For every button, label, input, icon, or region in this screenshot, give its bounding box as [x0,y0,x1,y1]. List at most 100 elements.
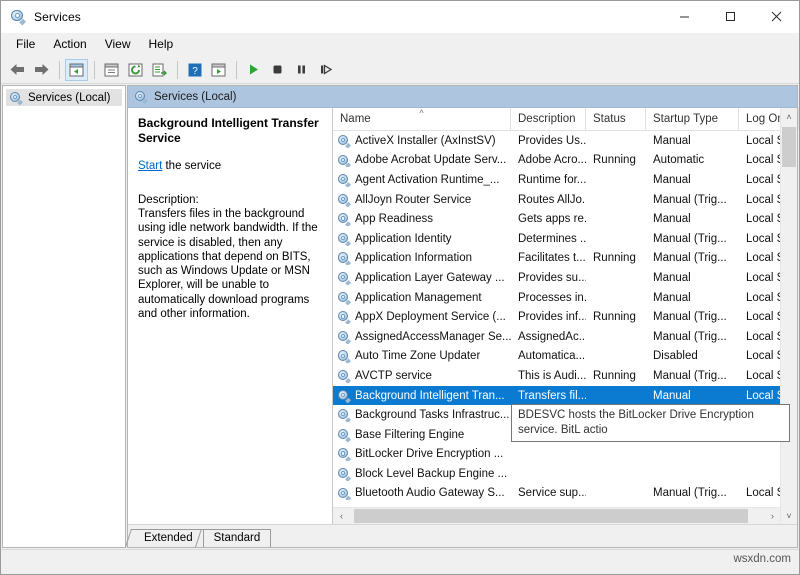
scroll-left-icon[interactable]: ‹ [333,508,350,524]
table-row[interactable]: Auto Time Zone UpdaterAutomatica...Disab… [333,347,797,367]
service-name-text: AssignedAccessManager Se... [355,331,511,343]
table-row[interactable]: AssignedAccessManager Se...AssignedAc...… [333,327,797,347]
cell-startup: Manual (Trig... [646,194,739,206]
services-gear-icon [9,91,23,105]
scroll-up-icon[interactable]: ˄ [781,108,797,125]
table-row[interactable]: AppX Deployment Service (...Provides inf… [333,307,797,327]
sidebar-item-label: Services (Local) [28,92,110,104]
services-gear-icon [337,486,351,500]
horizontal-scroll-thumb[interactable] [354,509,748,523]
table-row[interactable]: AVCTP serviceThis is Audi...RunningManua… [333,366,797,386]
vertical-scrollbar[interactable]: ˄ ˅ [780,108,797,524]
window-controls [661,1,799,32]
table-row[interactable]: Block Level Backup Engine ... [333,464,797,484]
cell-startup: Manual [646,272,739,284]
toolbar: ? [1,56,799,84]
table-row[interactable]: Bluetooth Audio Gateway S...Service sup.… [333,484,797,504]
column-header-name[interactable]: Name ^ [333,108,511,130]
start-service-icon[interactable] [242,59,265,81]
service-name-text: AVCTP service [355,370,432,382]
services-gear-icon [337,330,351,344]
table-row[interactable]: Application IdentityDetermines ...Manual… [333,229,797,249]
horizontal-scrollbar[interactable]: ‹ › [333,507,797,524]
cell-status: Running [586,311,646,323]
table-row[interactable]: Application InformationFacilitates t...R… [333,249,797,269]
cell-startup: Manual [646,390,739,402]
cell-startup: Manual (Trig... [646,311,739,323]
column-header-name-label: Name [340,113,371,125]
sort-ascending-icon: ^ [419,109,423,118]
help-icon[interactable]: ? [183,59,206,81]
menu-file[interactable]: File [7,35,44,54]
scroll-right-icon[interactable]: › [764,508,781,524]
cell-description: Runtime for... [511,174,586,186]
menu-action[interactable]: Action [44,35,95,54]
export-list-icon[interactable] [148,59,171,81]
properties-icon[interactable] [100,59,123,81]
scroll-down-icon[interactable]: ˅ [781,507,797,524]
cell-name: AllJoyn Router Service [333,193,511,207]
svg-text:?: ? [192,66,198,77]
table-row[interactable]: Application Layer Gateway ...Provides su… [333,268,797,288]
cell-name: Base Filtering Engine [333,428,511,442]
pause-service-icon[interactable] [290,59,313,81]
close-icon[interactable] [753,1,799,32]
service-name-text: Background Tasks Infrastruc... [355,409,509,421]
cell-description: Determines ... [511,233,586,245]
services-gear-icon [337,212,351,226]
menu-view[interactable]: View [96,35,140,54]
service-name-text: Application Identity [355,233,452,245]
horizontal-scroll-track[interactable] [350,508,764,524]
menu-help[interactable]: Help [140,35,183,54]
restart-service-icon[interactable] [314,59,337,81]
table-row[interactable]: Bluetooth Support ServiceThe Bluetoo...M… [333,503,797,507]
table-row[interactable]: Background Intelligent Tran...Transfers … [333,386,797,406]
back-icon[interactable] [6,59,29,81]
services-gear-icon [134,90,148,104]
description-label: Description: [138,194,322,206]
tab-standard[interactable]: Standard [204,529,272,547]
tab-extended[interactable]: Extended [134,529,204,547]
cell-description: Provides inf... [511,311,586,323]
services-window: Services File Action View Help [0,0,800,575]
services-gear-icon [337,232,351,246]
services-gear-icon [337,389,351,403]
cell-name: Bluetooth Support Service [333,506,511,507]
cell-description: This is Audi... [511,370,586,382]
results-pane-header: Services (Local) [128,86,797,108]
window-body: Services (Local) Services (Local) Backgr… [1,84,799,549]
forward-icon[interactable] [30,59,53,81]
refresh-icon[interactable] [124,59,147,81]
start-service-link[interactable]: Start [138,160,162,172]
show-action-pane-icon[interactable] [207,59,230,81]
table-row[interactable]: BitLocker Drive Encryption ... [333,445,797,465]
services-gear-icon [337,408,351,422]
table-row[interactable]: App ReadinessGets apps re...ManualLocal … [333,209,797,229]
stop-service-icon[interactable] [266,59,289,81]
vertical-scroll-track[interactable] [781,125,797,507]
services-gear-icon [337,428,351,442]
column-header-startup-type[interactable]: Startup Type [646,108,739,130]
minimize-icon[interactable] [661,1,707,32]
table-row[interactable]: Agent Activation Runtime_...Runtime for.… [333,170,797,190]
sidebar-item-services-local[interactable]: Services (Local) [6,89,122,106]
maximize-icon[interactable] [707,1,753,32]
column-header-description[interactable]: Description [511,108,586,130]
table-row[interactable]: Adobe Acrobat Update Serv...Adobe Acro..… [333,151,797,171]
table-row[interactable]: ActiveX Installer (AxInstSV)Provides Us.… [333,131,797,151]
service-name-text: Background Intelligent Tran... [355,390,505,402]
table-row[interactable]: Application ManagementProcesses in...Man… [333,288,797,308]
table-row[interactable]: AllJoyn Router ServiceRoutes AllJo...Man… [333,190,797,210]
service-name-text: Auto Time Zone Updater [355,350,480,362]
cell-description: Gets apps re... [511,213,586,225]
watermark-text: wsxdn.com [733,553,791,565]
window-title: Services [34,10,81,24]
cell-name: App Readiness [333,212,511,226]
toolbar-separator [236,61,237,79]
cell-description: Processes in... [511,292,586,304]
column-header-status[interactable]: Status [586,108,646,130]
cell-description: Provides Us... [511,135,586,147]
vertical-scroll-thumb[interactable] [782,127,796,167]
show-hide-console-tree-icon[interactable] [65,59,88,81]
service-details-panel: Background Intelligent Transfer Service … [128,108,332,524]
